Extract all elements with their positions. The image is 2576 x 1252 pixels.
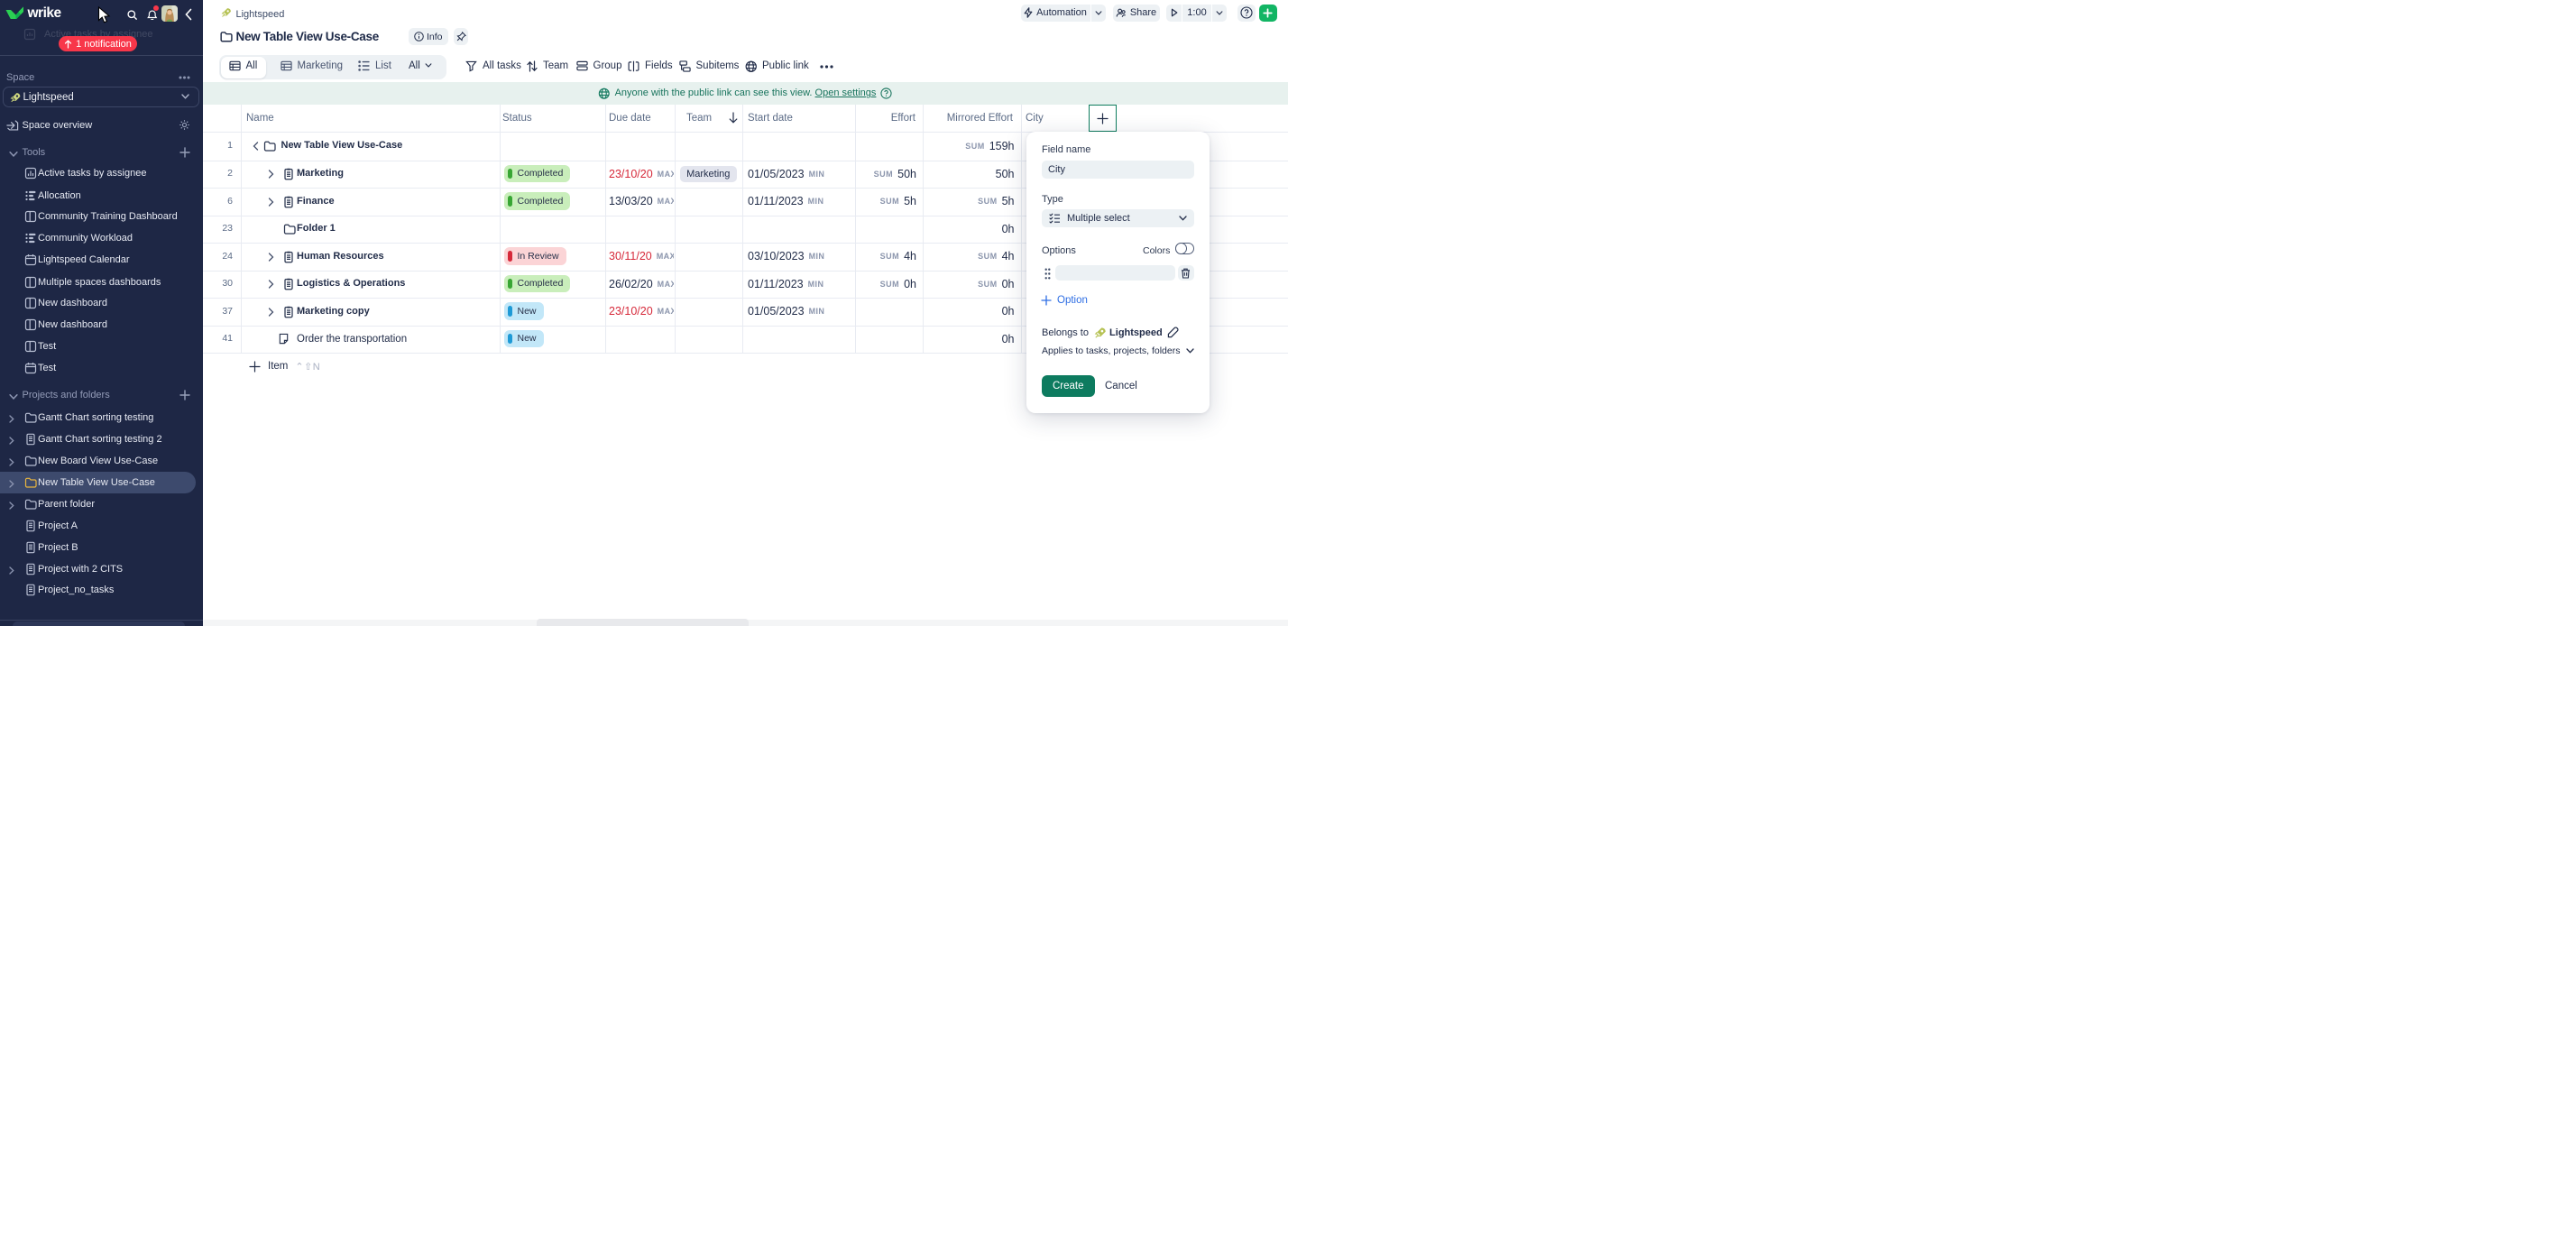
svg-text:wrike: wrike [26, 6, 61, 19]
